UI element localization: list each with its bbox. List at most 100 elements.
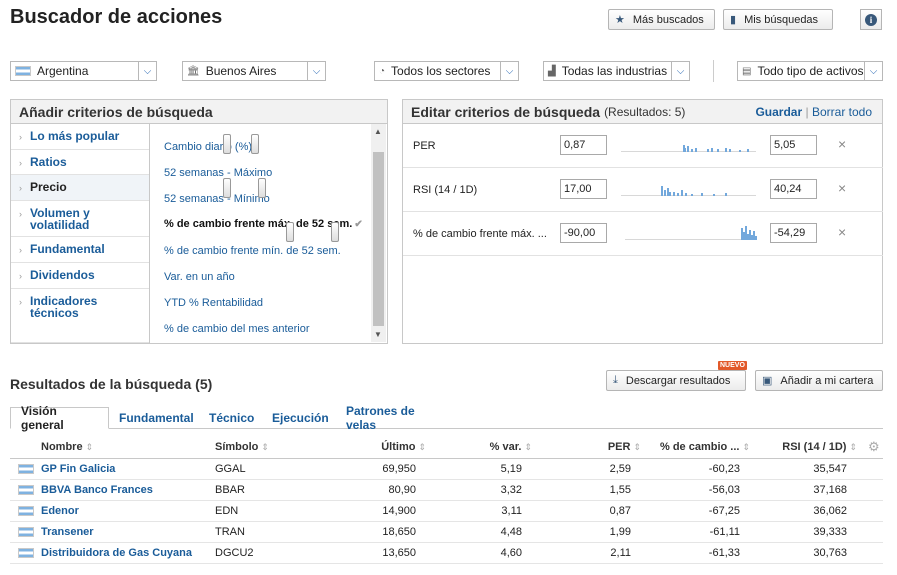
slider-min-handle[interactable] bbox=[223, 178, 231, 198]
cell-name[interactable]: Distribuidora de Gas Cuyana bbox=[41, 547, 192, 559]
column-label: RSI (14 / 1D) bbox=[782, 441, 847, 453]
results-tab[interactable]: Ejecución bbox=[262, 407, 336, 429]
industry-select[interactable]: ▟ Todas las industrias ⌵ bbox=[543, 61, 690, 81]
my-searches-button[interactable]: ▮ Mis búsquedas bbox=[723, 9, 833, 30]
table-row[interactable]: Distribuidora de Gas Cuyana DGCU2 13,650 4,… bbox=[10, 543, 883, 564]
max-value: 40,24 bbox=[774, 183, 802, 195]
chevron-down-icon: ⌵ bbox=[307, 62, 325, 80]
max-value: 5,05 bbox=[774, 139, 796, 151]
gear-icon[interactable]: ⚙ bbox=[868, 439, 880, 455]
asset-type-select[interactable]: ▤ Todo tipo de activos ⌵ bbox=[737, 61, 883, 81]
criteria-row: RSI (14 / 1D) 17,00 40,24 × bbox=[223, 168, 883, 212]
remove-criteria-icon[interactable]: × bbox=[838, 180, 846, 196]
clear-all-link[interactable]: Borrar todo bbox=[812, 105, 872, 119]
histogram-bar bbox=[739, 150, 741, 152]
sector-select[interactable]: ◔ Todos los sectores ⌵ bbox=[374, 61, 519, 81]
scroll-down-icon[interactable]: ▼ bbox=[374, 330, 382, 339]
link-separator: | bbox=[805, 104, 809, 119]
argentina-flag-icon bbox=[18, 485, 34, 495]
scrollbar-thumb[interactable] bbox=[373, 152, 384, 326]
column-header[interactable]: % var. ⇕ bbox=[490, 441, 532, 453]
category-item[interactable]: › Volumen y volatilidad bbox=[11, 201, 149, 237]
save-link[interactable]: Guardar bbox=[755, 105, 802, 119]
table-row[interactable]: GP Fin Galicia GGAL 69,950 5,19 2,59 -60,23 35… bbox=[10, 459, 883, 480]
add-to-portfolio-button[interactable]: ▣ Añadir a mi cartera bbox=[755, 370, 883, 391]
criteria-option[interactable]: Var. en un año bbox=[164, 271, 235, 283]
range-slider[interactable] bbox=[625, 222, 757, 244]
sector-value: Todos los sectores bbox=[391, 64, 491, 78]
column-header[interactable]: Último ⇕ bbox=[381, 441, 426, 453]
cell-name[interactable]: BBVA Banco Frances bbox=[41, 484, 153, 496]
criteria-option[interactable]: Cambio diario (%) bbox=[164, 141, 252, 153]
criteria-option[interactable]: % de cambio frente mín. de 52 sem. bbox=[164, 245, 341, 257]
cell-name[interactable]: Transener bbox=[41, 526, 94, 538]
sort-icon[interactable]: ⇕ bbox=[86, 442, 94, 452]
tab-label: Técnico bbox=[209, 411, 255, 425]
min-input[interactable]: -90,00 bbox=[560, 223, 607, 243]
remove-criteria-icon[interactable]: × bbox=[838, 136, 846, 152]
download-results-button[interactable]: ⤓ Descargar resultados bbox=[606, 370, 746, 391]
column-header[interactable]: % de cambio ... ⇕ bbox=[660, 441, 750, 453]
criteria-option[interactable]: % de cambio del mes anterior bbox=[164, 323, 310, 335]
range-slider[interactable] bbox=[621, 178, 756, 200]
results-tab[interactable]: Técnico bbox=[199, 407, 262, 429]
sort-icon[interactable]: ⇕ bbox=[261, 442, 269, 452]
category-item[interactable]: › Dividendos bbox=[11, 263, 149, 289]
slider-max-handle[interactable] bbox=[258, 178, 266, 198]
table-row[interactable]: BBVA Banco Frances BBAR 80,90 3,32 1,55 -56,0… bbox=[10, 480, 883, 501]
info-button[interactable]: i bbox=[860, 9, 882, 30]
column-header[interactable]: Símbolo ⇕ bbox=[215, 441, 269, 453]
min-value: -90,00 bbox=[564, 227, 596, 239]
max-input[interactable]: 5,05 bbox=[770, 135, 817, 155]
column-header[interactable]: RSI (14 / 1D) ⇕ bbox=[782, 441, 857, 453]
country-select[interactable]: Argentina ⌵ bbox=[10, 61, 157, 81]
sort-icon[interactable]: ⇕ bbox=[849, 442, 857, 452]
exchange-select[interactable]: 🏛 Buenos Aires ⌵ bbox=[182, 61, 326, 81]
cell-name[interactable]: Edenor bbox=[41, 505, 79, 517]
slider-min-handle[interactable] bbox=[286, 222, 294, 242]
column-header[interactable]: PER ⇕ bbox=[608, 441, 641, 453]
histogram-bar bbox=[673, 192, 675, 196]
sort-icon[interactable]: ⇕ bbox=[742, 442, 750, 452]
criteria-label: % de cambio frente máx. ... bbox=[413, 228, 547, 240]
most-searched-button[interactable]: ★ Más buscados bbox=[608, 9, 715, 30]
category-item[interactable]: › Fundamental bbox=[11, 237, 149, 263]
options-scrollbar[interactable]: ▲ ▼ bbox=[371, 124, 386, 342]
column-label: Símbolo bbox=[215, 441, 259, 453]
max-input[interactable]: 40,24 bbox=[770, 179, 817, 199]
tab-label: Ejecución bbox=[272, 411, 329, 425]
range-slider[interactable] bbox=[621, 134, 756, 156]
cell-name[interactable]: GP Fin Galicia bbox=[41, 463, 115, 475]
cell-last: 14,900 bbox=[382, 505, 416, 517]
results-tab[interactable]: Patrones de velas bbox=[336, 404, 446, 432]
slider-min-handle[interactable] bbox=[223, 134, 231, 154]
cell-change: 3,11 bbox=[501, 505, 522, 517]
category-item[interactable]: › Lo más popular bbox=[11, 124, 149, 150]
remove-criteria-icon[interactable]: × bbox=[838, 224, 846, 240]
download-icon: ⤓ bbox=[613, 374, 618, 386]
table-row[interactable]: Edenor EDN 14,900 3,11 0,87 -67,25 36,062 bbox=[10, 501, 883, 522]
table-row[interactable]: Transener TRAN 18,650 4,48 1,99 -61,11 39,333 bbox=[10, 522, 883, 543]
column-header[interactable]: Nombre ⇕ bbox=[41, 441, 93, 453]
results-tab[interactable]: Visión general bbox=[10, 404, 109, 432]
criteria-option[interactable]: 52 semanas - Máximo bbox=[164, 167, 272, 179]
sort-icon[interactable]: ⇕ bbox=[418, 442, 426, 452]
cell-symbol: GGAL bbox=[215, 463, 246, 475]
max-input[interactable]: -54,29 bbox=[770, 223, 817, 243]
histogram-bar bbox=[755, 236, 757, 240]
criteria-option[interactable]: 52 semanas - Mínimo bbox=[164, 193, 270, 205]
sort-icon[interactable]: ⇕ bbox=[633, 442, 641, 452]
slider-max-handle[interactable] bbox=[331, 222, 339, 242]
category-item[interactable]: › Ratios bbox=[11, 150, 149, 175]
min-input[interactable]: 17,00 bbox=[560, 179, 607, 199]
category-label: Precio bbox=[30, 180, 67, 194]
slider-max-handle[interactable] bbox=[251, 134, 259, 154]
criteria-option[interactable]: YTD % Rentabilidad bbox=[164, 297, 263, 309]
category-item[interactable]: › Precio bbox=[11, 175, 149, 201]
sort-icon[interactable]: ⇕ bbox=[524, 442, 532, 452]
results-tab[interactable]: Fundamental bbox=[109, 407, 199, 429]
min-input[interactable]: 0,87 bbox=[560, 135, 607, 155]
category-label: Ratios bbox=[30, 155, 67, 169]
scroll-up-icon[interactable]: ▲ bbox=[374, 127, 382, 136]
category-item[interactable]: › Indicadores técnicos bbox=[11, 289, 149, 343]
